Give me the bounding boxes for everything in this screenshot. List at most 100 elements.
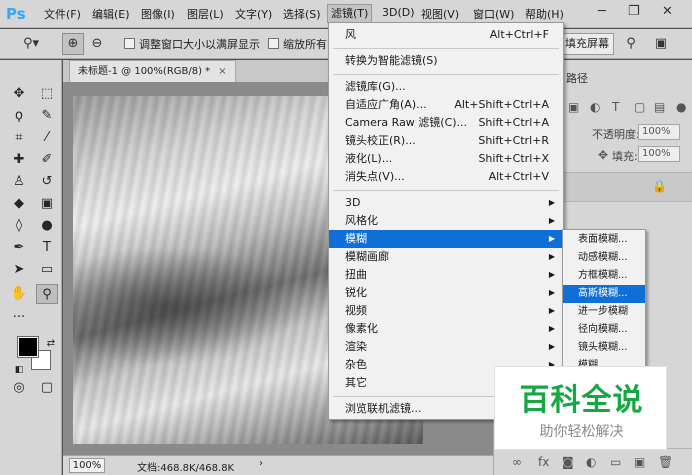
delete-layer-icon[interactable]: 🗑 bbox=[658, 455, 673, 469]
new-group-icon[interactable]: ▭ bbox=[610, 455, 621, 469]
layer-filter-toggle-icon[interactable]: ● bbox=[676, 100, 686, 114]
submenu-item-gaussian-blur[interactable]: 高斯模糊... bbox=[563, 285, 645, 303]
menu-item-camera-raw[interactable]: Camera Raw 滤镜(C)... Shift+Ctrl+A bbox=[329, 114, 563, 132]
menu-item-3d[interactable]: 3D ▶ bbox=[329, 194, 563, 212]
layer-filter-type-icon[interactable]: T bbox=[612, 100, 619, 114]
fill-label: 填充: bbox=[612, 150, 638, 163]
layer-row[interactable]: 🔒 bbox=[564, 172, 692, 202]
workspace-icon[interactable]: ▣ bbox=[650, 33, 672, 55]
menu-type[interactable]: 文字(Y) bbox=[235, 6, 272, 22]
history-brush-icon[interactable]: ↺ bbox=[36, 172, 58, 192]
menu-item-adaptive-wide-angle[interactable]: 自适应广角(A)... Alt+Shift+Ctrl+A bbox=[329, 96, 563, 114]
zoom-tool-icon[interactable]: ⚲ bbox=[36, 284, 58, 304]
canvas-shadow bbox=[73, 246, 303, 366]
hand-tool-icon[interactable]: ✋ bbox=[8, 284, 30, 304]
menu-item-vanishing-point[interactable]: 消失点(V)... Alt+Ctrl+V bbox=[329, 168, 563, 186]
menu-item-sharpen[interactable]: 锐化 ▶ bbox=[329, 284, 563, 302]
link-layers-icon[interactable]: ∞ bbox=[512, 455, 522, 469]
status-arrow-icon[interactable]: › bbox=[259, 458, 263, 469]
paths-tab[interactable]: 路径 bbox=[566, 70, 588, 86]
more-tools-icon[interactable]: ··· bbox=[8, 308, 30, 328]
submenu-arrow-icon: ▶ bbox=[548, 270, 555, 279]
layer-filter-shape-icon[interactable]: ▢ bbox=[634, 100, 645, 114]
quick-mask-icon[interactable]: ◎ bbox=[8, 378, 30, 398]
fill-field[interactable]: 100% bbox=[638, 146, 680, 162]
menu-file[interactable]: 文件(F) bbox=[44, 6, 81, 22]
menu-help[interactable]: 帮助(H) bbox=[525, 6, 564, 22]
close-tab-icon[interactable]: × bbox=[218, 66, 226, 77]
adjustment-layer-icon[interactable]: ◐ bbox=[586, 455, 596, 469]
submenu-item-surface-blur[interactable]: 表面模糊... bbox=[563, 231, 645, 249]
lasso-tool-icon[interactable]: ϙ bbox=[8, 106, 30, 126]
menu-item-stylize[interactable]: 风格化 ▶ bbox=[329, 212, 563, 230]
move-tool-icon[interactable]: ✥ bbox=[8, 84, 30, 104]
type-tool-icon[interactable]: T bbox=[36, 238, 58, 258]
submenu-item-box-blur[interactable]: 方框模糊... bbox=[563, 267, 645, 285]
restore-icon[interactable]: ❐ bbox=[628, 4, 640, 19]
menu-filter[interactable]: 滤镜(T) bbox=[327, 4, 373, 23]
path-select-icon[interactable]: ➤ bbox=[8, 260, 30, 280]
zoom-tool-preset-icon[interactable]: ⚲▾ bbox=[14, 33, 48, 55]
menu-item-blur-gallery[interactable]: 模糊画廊 ▶ bbox=[329, 248, 563, 266]
dodge-tool-icon[interactable]: ● bbox=[36, 216, 58, 236]
healing-brush-icon[interactable]: ✚ bbox=[8, 150, 30, 170]
opacity-field[interactable]: 100% bbox=[638, 124, 680, 140]
marquee-tool-icon[interactable]: ⬚ bbox=[36, 84, 58, 104]
menu-3d[interactable]: 3D(D) bbox=[382, 6, 415, 22]
crop-tool-icon[interactable]: ⌗ bbox=[8, 128, 30, 148]
clone-stamp-icon[interactable]: ♙ bbox=[8, 172, 30, 192]
submenu-item-blur-more[interactable]: 进一步模糊 bbox=[563, 303, 645, 321]
zoom-level-field[interactable]: 100% bbox=[69, 458, 105, 473]
minimize-icon[interactable]: ─ bbox=[598, 4, 606, 19]
menu-window[interactable]: 窗口(W) bbox=[473, 6, 514, 22]
document-tab[interactable]: 未标题-1 @ 100%(RGB/8) * × bbox=[69, 60, 236, 82]
menu-separator bbox=[333, 48, 559, 49]
rectangle-tool-icon[interactable]: ▭ bbox=[36, 260, 58, 280]
document-info[interactable]: 文档:468.8K/468.8K bbox=[137, 459, 234, 474]
zoom-in-icon[interactable]: ⊕ bbox=[62, 33, 84, 55]
submenu-item-radial-blur[interactable]: 径向模糊... bbox=[563, 321, 645, 339]
fill-screen-button[interactable]: 填充屏幕 bbox=[560, 33, 614, 55]
menu-item-render[interactable]: 渲染 ▶ bbox=[329, 338, 563, 356]
zoom-out-icon[interactable]: ⊖ bbox=[86, 33, 108, 55]
layer-lock-icon: 🔒 bbox=[652, 179, 667, 193]
new-layer-icon[interactable]: ▣ bbox=[634, 455, 645, 469]
default-colors-icon[interactable]: ◧ bbox=[8, 360, 30, 380]
menu-edit[interactable]: 编辑(E) bbox=[92, 6, 130, 22]
menu-item-liquify[interactable]: 液化(L)... Shift+Ctrl+X bbox=[329, 150, 563, 168]
layer-mask-icon[interactable]: ◙ bbox=[562, 455, 574, 469]
layer-style-icon[interactable]: fx bbox=[538, 455, 549, 469]
zoom-all-checkbox[interactable] bbox=[268, 38, 279, 49]
eraser-tool-icon[interactable]: ◆ bbox=[8, 194, 30, 214]
foreground-color-swatch[interactable] bbox=[17, 336, 39, 358]
resize-windows-checkbox[interactable] bbox=[124, 38, 135, 49]
menu-layer[interactable]: 图层(L) bbox=[187, 6, 224, 22]
blur-tool-icon[interactable]: ◊ bbox=[8, 216, 30, 236]
layer-filter-image-icon[interactable]: ▣ bbox=[568, 100, 579, 114]
close-icon[interactable]: ✕ bbox=[662, 4, 673, 19]
menu-image[interactable]: 图像(I) bbox=[141, 6, 175, 22]
menu-item-convert-smart[interactable]: 转换为智能滤镜(S) bbox=[329, 52, 563, 70]
menu-item-last-filter[interactable]: 风 Alt+Ctrl+F bbox=[329, 26, 563, 44]
submenu-item-motion-blur[interactable]: 动感模糊... bbox=[563, 249, 645, 267]
menu-view[interactable]: 视图(V) bbox=[421, 6, 459, 22]
status-bar: 100% 文档:468.8K/468.8K › bbox=[63, 455, 493, 475]
gradient-tool-icon[interactable]: ▣ bbox=[36, 194, 58, 214]
submenu-item-lens-blur[interactable]: 镜头模糊... bbox=[563, 339, 645, 357]
eyedropper-tool-icon[interactable]: ⁄ bbox=[36, 128, 58, 148]
search-icon[interactable]: ⚲ bbox=[620, 33, 642, 55]
screen-mode-icon[interactable]: ▢ bbox=[36, 378, 58, 398]
pen-tool-icon[interactable]: ✒ bbox=[8, 238, 30, 258]
menu-item-blur[interactable]: 模糊 ▶ bbox=[329, 230, 563, 248]
quick-select-tool-icon[interactable]: ✎ bbox=[36, 106, 58, 126]
brush-tool-icon[interactable]: ✐ bbox=[36, 150, 58, 170]
menu-select[interactable]: 选择(S) bbox=[283, 6, 321, 22]
menu-item-video[interactable]: 视频 ▶ bbox=[329, 302, 563, 320]
menu-item-lens-correction[interactable]: 镜头校正(R)... Shift+Ctrl+R bbox=[329, 132, 563, 150]
menu-item-pixelate[interactable]: 像素化 ▶ bbox=[329, 320, 563, 338]
layer-filter-smart-icon[interactable]: ▤ bbox=[654, 100, 665, 114]
menu-item-distort[interactable]: 扭曲 ▶ bbox=[329, 266, 563, 284]
menu-item-filter-gallery[interactable]: 滤镜库(G)... bbox=[329, 78, 563, 96]
lock-position-icon[interactable]: ✥ bbox=[598, 148, 608, 162]
layer-filter-adjust-icon[interactable]: ◐ bbox=[590, 100, 600, 114]
